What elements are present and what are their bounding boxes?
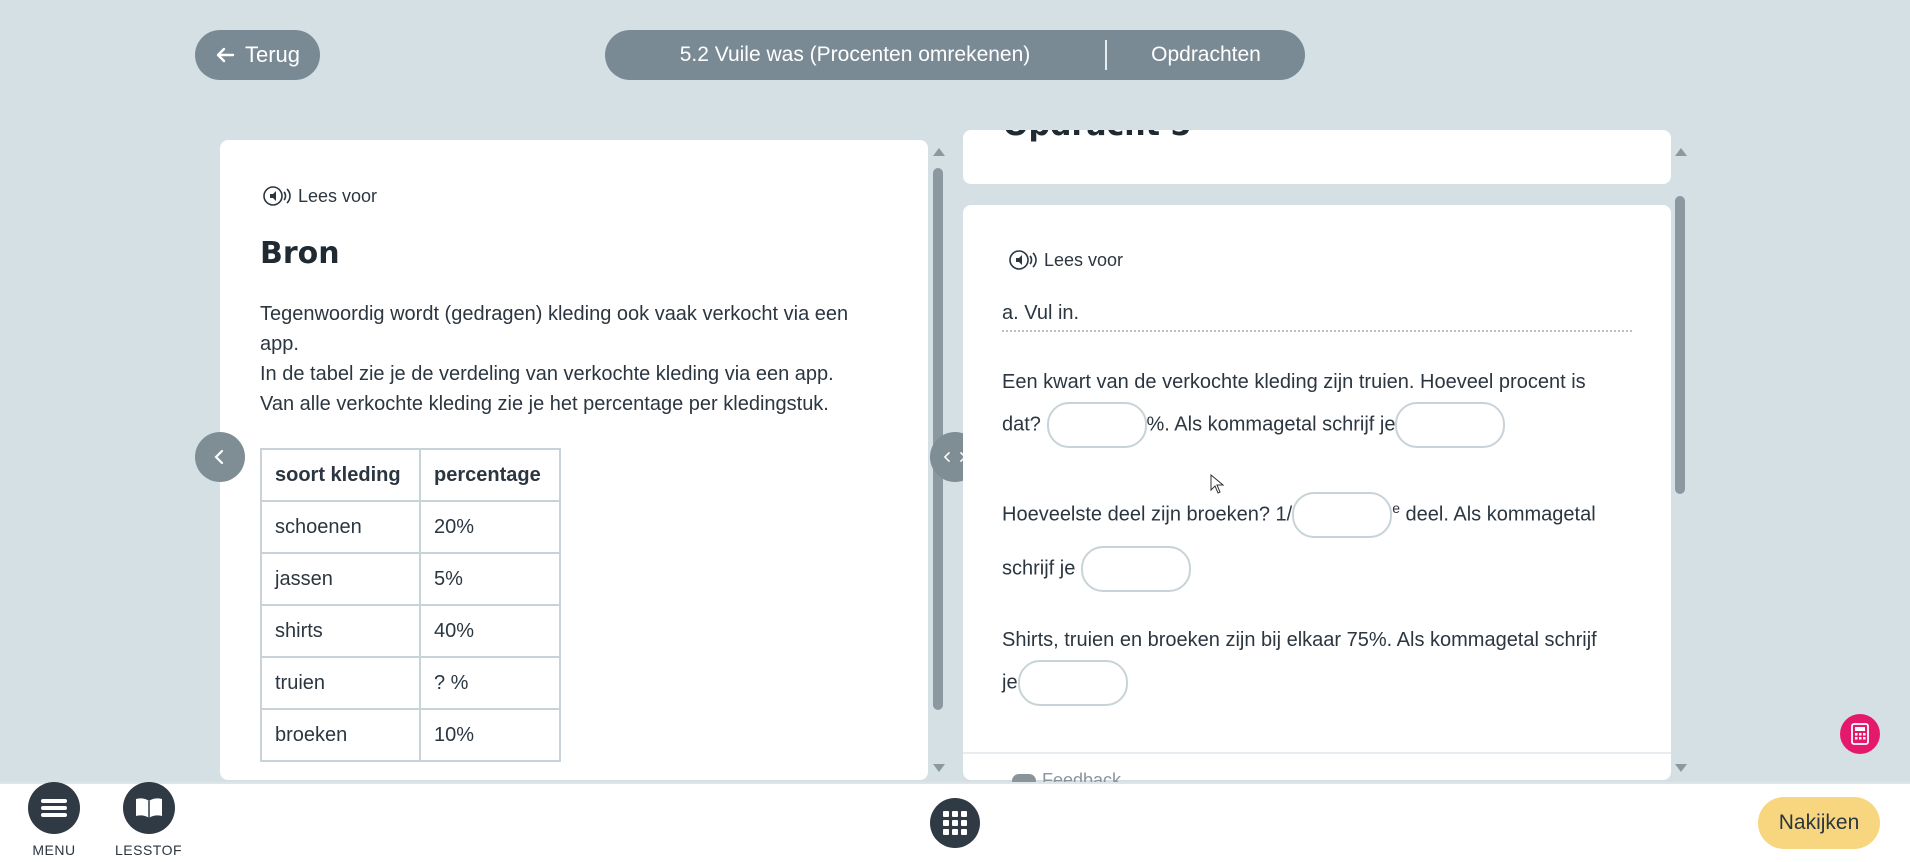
hamburger-icon: [41, 799, 67, 817]
mouse-cursor-icon: [1210, 474, 1224, 494]
arrow-left-icon: [216, 47, 235, 63]
chevron-left-icon: [943, 452, 950, 462]
check-button[interactable]: Nakijken: [1758, 797, 1880, 849]
decimal-input[interactable]: [1395, 402, 1506, 448]
question-text: je: [1002, 671, 1018, 694]
tab-opdrachten[interactable]: Opdrachten: [1107, 43, 1305, 67]
title-bar: 5.2 Vuile was (Procenten omrekenen) Opdr…: [605, 30, 1305, 80]
table-cell: broeken: [260, 708, 421, 762]
table-row: shirts 40%: [260, 604, 561, 658]
question-1: Een kwart van de verkochte kleding zijn …: [1002, 362, 1642, 448]
menu-label: MENU: [32, 842, 76, 858]
scroll-thumb[interactable]: [1675, 196, 1685, 494]
read-aloud-label: Lees voor: [1044, 249, 1124, 270]
table-row: broeken 10%: [260, 708, 561, 762]
lesstof-label: LESSTOF: [115, 842, 183, 858]
lesstof-circle: [122, 782, 175, 834]
menu-button[interactable]: MENU: [28, 782, 80, 858]
question-line: dat? %. Als kommagetal schrijf je: [1002, 402, 1642, 448]
question-text: %. Als kommagetal schrijf je: [1146, 413, 1396, 436]
table-row: jassen 5%: [260, 552, 561, 606]
speaker-icon: [263, 186, 291, 206]
decimal-input[interactable]: [1017, 660, 1128, 706]
table-cell: jassen: [260, 552, 421, 606]
read-aloud-label: Lees voor: [298, 185, 378, 206]
table-cell: 5%: [419, 552, 561, 606]
calculator-button[interactable]: [1840, 714, 1880, 754]
table-row: truien ? %: [260, 656, 561, 710]
paragraph-line: Van alle verkochte kleding zie je het pe…: [260, 393, 829, 415]
chevron-left-icon: [214, 449, 224, 465]
paragraph-line: Tegenwoordig wordt (gedragen) kleding oo…: [260, 303, 849, 325]
read-aloud-button-source[interactable]: Lees voor: [262, 184, 377, 208]
table-header-row: soort kleding percentage: [260, 448, 561, 502]
question-3: Shirts, truien en broeken zijn bij elkaa…: [1002, 620, 1642, 706]
table-cell: shirts: [260, 604, 421, 658]
source-paragraph: Tegenwoordig wordt (gedragen) kleding oo…: [260, 299, 848, 419]
percentage-input[interactable]: [1046, 402, 1147, 448]
book-icon: [135, 798, 162, 818]
part-label: a. Vul in.: [1002, 302, 1080, 324]
question-text: schrijf je: [1002, 557, 1076, 580]
back-label: Terug: [244, 42, 301, 67]
table-cell: truien: [260, 656, 421, 710]
question-text: deel. Als kommagetal: [1399, 503, 1596, 526]
table-row: schoenen 20%: [260, 500, 561, 554]
question-text: Shirts, truien en broeken zijn bij elkaa…: [1002, 629, 1597, 651]
source-heading: Bron: [260, 236, 340, 271]
fraction-denominator-input[interactable]: [1292, 492, 1393, 539]
clothing-table: soort kleding percentage schoenen 20% ja…: [260, 448, 561, 762]
table-header: percentage: [419, 448, 561, 502]
table-cell: ? %: [419, 656, 561, 710]
assignment-scrollbar[interactable]: [1672, 148, 1688, 774]
read-aloud-button-assignment[interactable]: Lees voor: [1008, 248, 1123, 272]
lesstof-button[interactable]: LESSTOF: [115, 782, 182, 858]
previous-button[interactable]: [195, 432, 245, 482]
decimal-input[interactable]: [1080, 546, 1191, 593]
paragraph-line: In de tabel zie je de verdeling van verk…: [260, 363, 834, 385]
calculator-icon: [1851, 723, 1869, 745]
scroll-down-arrow[interactable]: [1675, 764, 1687, 772]
question-line: je: [1002, 660, 1642, 706]
lesson-title: 5.2 Vuile was (Procenten omrekenen): [679, 43, 1031, 66]
dotted-divider: [1002, 330, 1632, 332]
ordinal-suffix: e: [1392, 500, 1400, 516]
scroll-up-arrow[interactable]: [1675, 148, 1687, 156]
back-button[interactable]: Terug: [195, 30, 320, 80]
table-cell: schoenen: [260, 500, 421, 554]
question-line: schrijf je: [1002, 546, 1642, 593]
table-cell: 20%: [419, 500, 561, 554]
question-line: Hoeveelste deel zijn broeken? 1/e deel. …: [1002, 488, 1642, 539]
scroll-up-arrow[interactable]: [933, 148, 945, 156]
question-text: Hoeveelste deel zijn broeken? 1/: [1002, 503, 1293, 526]
table-cell: 40%: [419, 604, 561, 658]
speaker-icon: [1009, 250, 1037, 270]
question-2: Hoeveelste deel zijn broeken? 1/e deel. …: [1002, 488, 1642, 593]
paragraph-line: app.: [260, 333, 299, 355]
table-cell: 10%: [419, 708, 561, 762]
question-text: Een kwart van de verkochte kleding zijn …: [1002, 371, 1586, 393]
feedback-divider: [963, 752, 1671, 754]
assignment-heading: Opdracht 5: [1003, 130, 1191, 143]
assignment-header-card: Opdracht 5: [963, 130, 1671, 184]
menu-circle: [28, 782, 80, 834]
overview-button[interactable]: [930, 798, 980, 848]
grid-icon: [943, 811, 967, 835]
question-text: dat?: [1002, 413, 1041, 436]
table-header: soort kleding: [260, 448, 421, 502]
scroll-down-arrow[interactable]: [933, 764, 945, 772]
